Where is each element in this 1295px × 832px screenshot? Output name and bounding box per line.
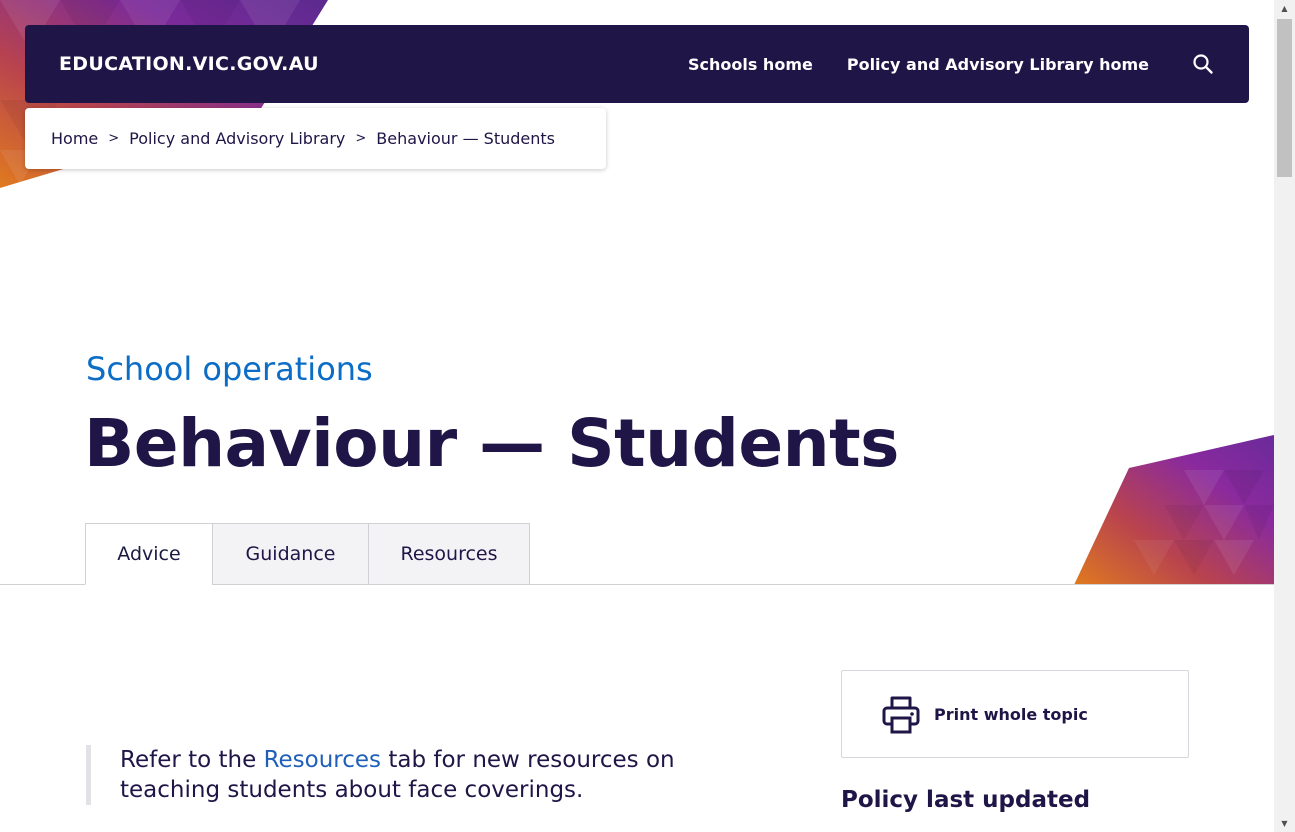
breadcrumb-separator: > [108,131,120,146]
nav-policy-library-home[interactable]: Policy and Advisory Library home [847,55,1149,74]
decorative-pattern-right [1074,435,1274,585]
breadcrumb-separator: > [355,131,367,146]
search-icon[interactable] [1191,52,1215,76]
callout-notice: Refer to the Resources tab for new resou… [86,745,746,805]
resources-link[interactable]: Resources [264,747,381,773]
breadcrumb: Home > Policy and Advisory Library > Beh… [25,108,606,169]
breadcrumb-current: Behaviour — Students [376,129,555,148]
section-eyebrow: School operations [86,350,373,388]
tab-guidance[interactable]: Guidance [212,523,369,585]
scroll-down-arrow-icon[interactable]: ▼ [1274,815,1295,832]
tab-resources[interactable]: Resources [368,523,530,585]
scroll-thumb[interactable] [1277,19,1292,177]
tab-bar: Advice Guidance Resources [85,523,530,585]
site-header: EDUCATION.VIC.GOV.AU Schools home Policy… [25,25,1249,103]
vertical-scrollbar[interactable]: ▲ ▼ [1274,0,1295,832]
policy-last-updated-heading: Policy last updated [841,787,1091,813]
breadcrumb-policy-library[interactable]: Policy and Advisory Library [129,129,345,148]
printer-icon [882,696,920,734]
main-nav: Schools home Policy and Advisory Library… [654,52,1215,76]
print-topic-label: Print whole topic [934,704,1088,724]
breadcrumb-home[interactable]: Home [51,129,98,148]
scroll-up-arrow-icon[interactable]: ▲ [1274,0,1295,17]
nav-schools-home[interactable]: Schools home [688,55,813,74]
page-title: Behaviour — Students [84,405,899,482]
tab-advice[interactable]: Advice [85,523,213,585]
print-topic-button[interactable]: Print whole topic [841,670,1189,758]
site-logo[interactable]: EDUCATION.VIC.GOV.AU [59,53,319,75]
callout-text-before: Refer to the [120,747,264,773]
